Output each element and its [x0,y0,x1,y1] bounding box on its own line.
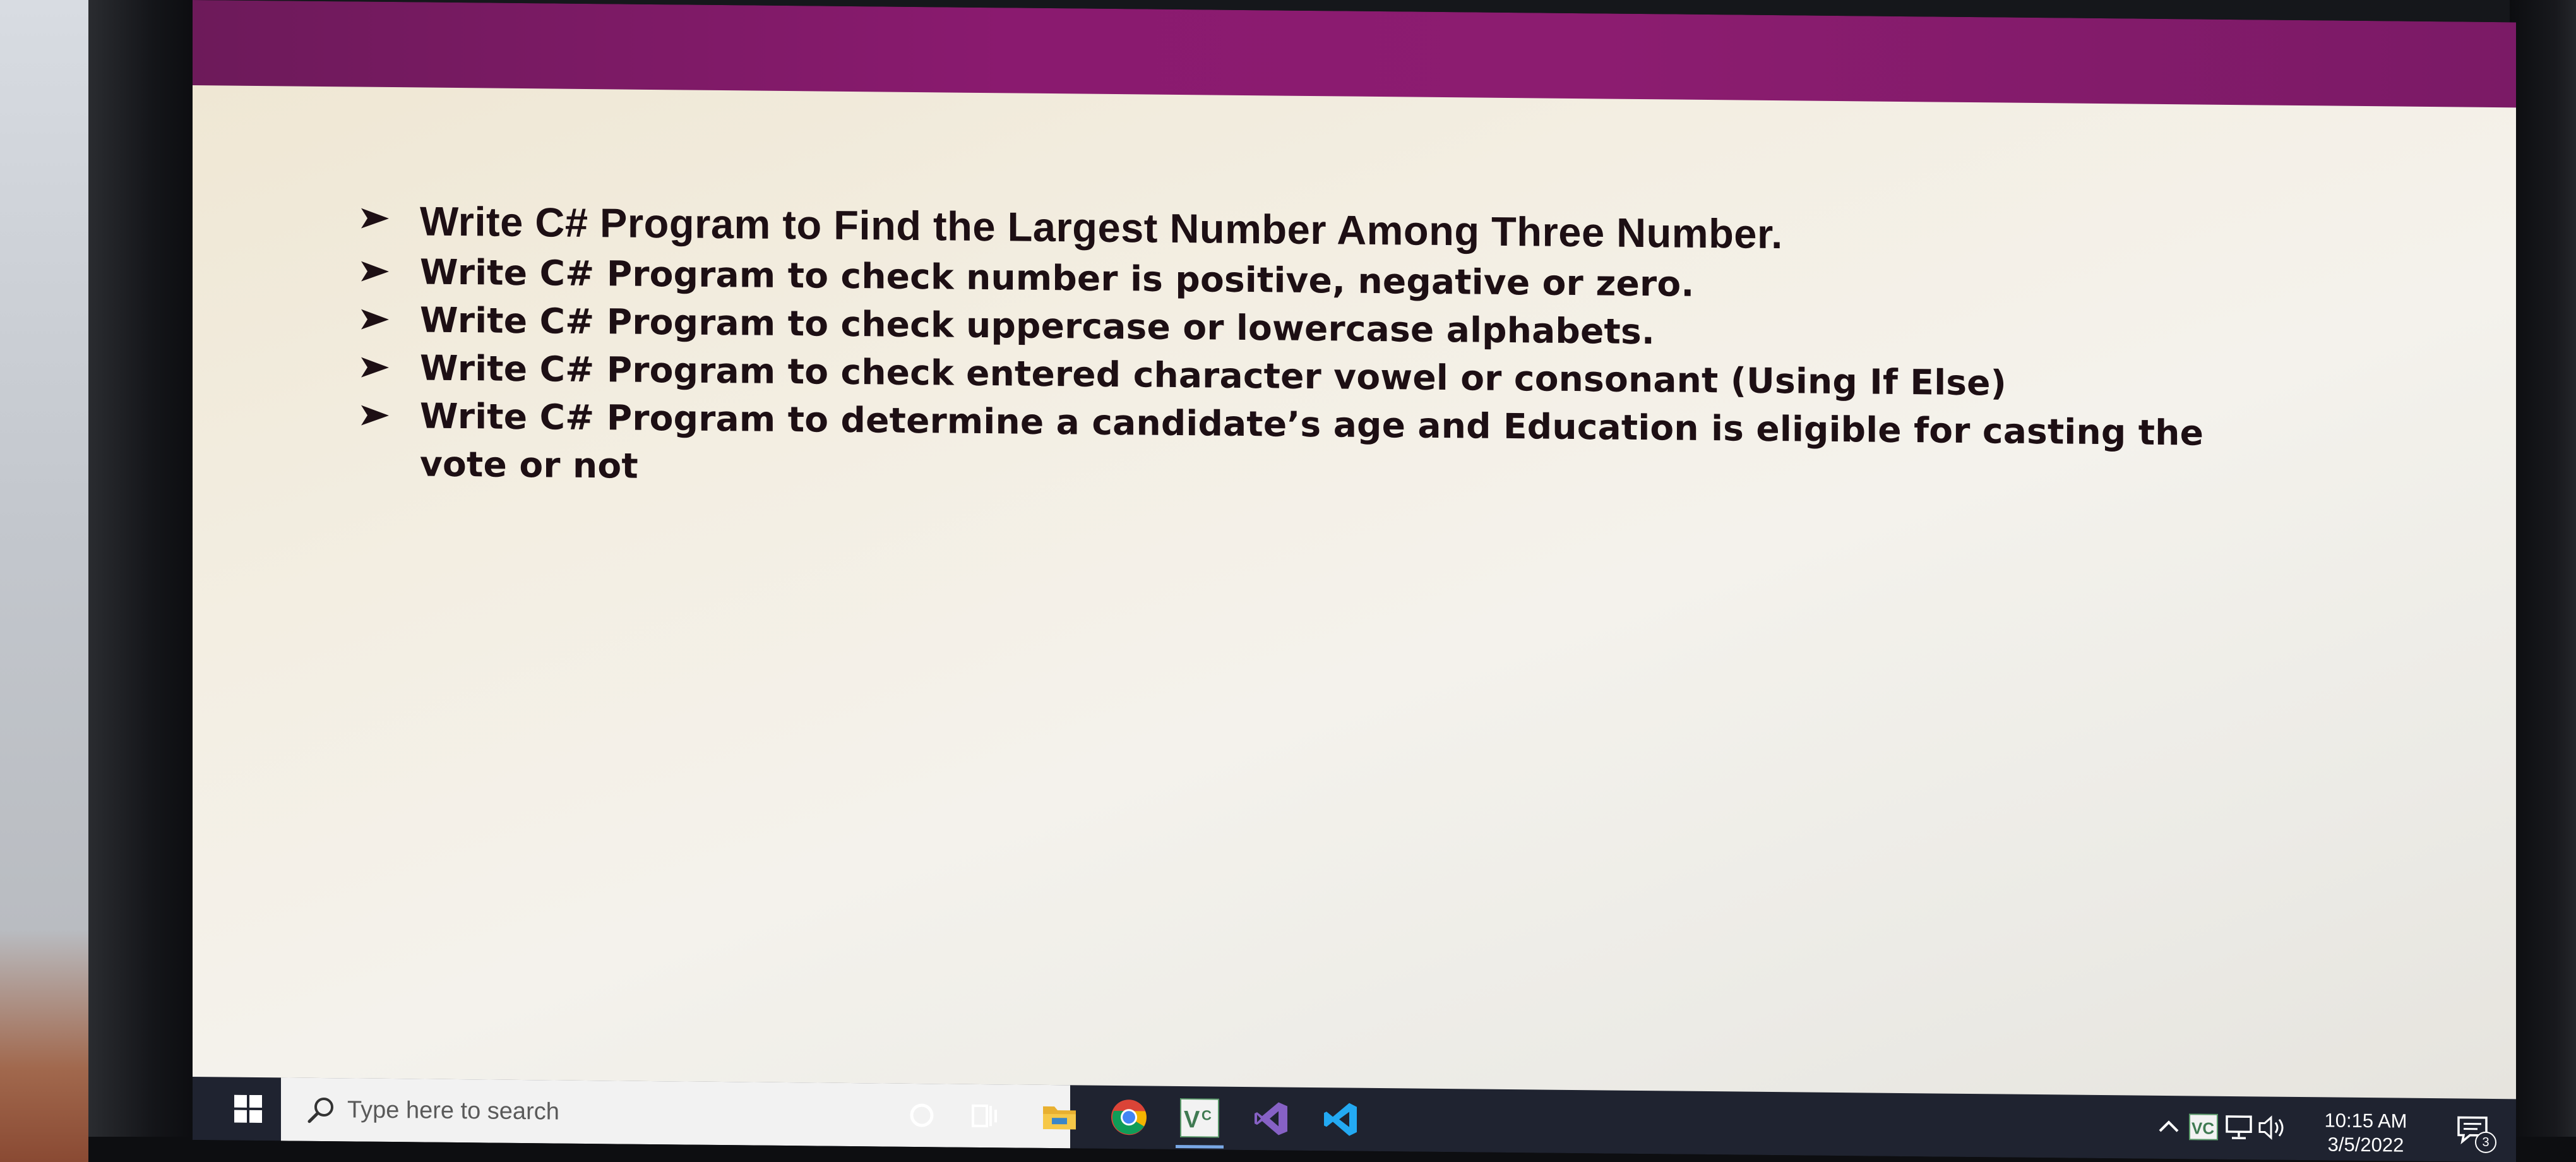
system-tray: VC 10:15 AM 3/5/2022 3 [2137,1096,2516,1162]
bullet-text: Write C# Program to determine a candidat… [420,395,2204,486]
arrow-bullet-icon [361,261,389,282]
chevron-up-icon[interactable] [2157,1113,2180,1139]
arrow-bullet-icon [361,208,389,229]
monitor-bezel-right [2510,0,2576,1162]
visual-studio-icon [1254,1102,1287,1135]
chrome-icon [1111,1099,1147,1135]
clock-date: 3/5/2022 [2327,1133,2404,1156]
arrow-bullet-icon [361,357,389,378]
taskbar-clock[interactable]: 10:15 AM 3/5/2022 [2309,1108,2423,1158]
task-view-button[interactable] [957,1084,1013,1148]
cortana-button[interactable] [893,1084,950,1147]
vscode-button[interactable] [1310,1087,1370,1151]
bullet-text: Write C# Program to check uppercase or l… [420,299,1655,352]
presentation-slide: Write C# Program to Find the Largest Num… [193,85,2516,1103]
notification-count-badge: 3 [2475,1131,2496,1154]
monitor-bezel-left [88,0,196,1162]
bullet-text: Write C# Program to check number is posi… [420,251,1695,304]
bullet-item: Write C# Program to determine a candidat… [360,392,2254,506]
cortana-circle-icon [910,1103,934,1127]
svg-text:C: C [1202,1107,1212,1123]
arrow-bullet-icon [361,405,389,426]
search-placeholder: Type here to search [347,1096,559,1125]
visual-studio-button[interactable] [1241,1087,1301,1151]
photo-frame: Write C# Program to Find the Largest Num… [0,0,2576,1162]
arrow-bullet-icon [361,309,389,330]
svg-text:V: V [1184,1106,1200,1133]
tray-vc-icon[interactable]: VC [2189,1113,2218,1141]
svg-text:VC: VC [2191,1118,2214,1137]
volume-icon[interactable] [2257,1114,2287,1141]
file-explorer-icon [1042,1106,1076,1130]
start-button[interactable] [224,1077,271,1141]
windows-logo-icon [234,1094,262,1123]
action-center-button[interactable]: 3 [2456,1113,2496,1154]
background-wall [0,0,88,1162]
clock-time: 10:15 AM [2324,1109,2407,1132]
vc-app-button[interactable]: V C [1168,1086,1231,1150]
active-app-indicator [1176,1144,1224,1149]
network-icon[interactable] [2224,1114,2253,1141]
vscode-icon [1323,1103,1357,1136]
bullet-text: Write C# Program to Find the Largest Num… [420,198,1783,258]
bullet-list: Write C# Program to Find the Largest Num… [360,195,2254,506]
taskbar-search-box[interactable]: Type here to search [281,1077,1070,1149]
search-icon [307,1097,333,1123]
vc-app-icon: V C [1180,1098,1219,1138]
file-explorer-button[interactable] [1029,1085,1089,1149]
monitor-screen: Write C# Program to Find the Largest Num… [193,0,2516,1162]
chrome-button[interactable] [1099,1086,1159,1149]
task-view-icon [972,1104,997,1128]
